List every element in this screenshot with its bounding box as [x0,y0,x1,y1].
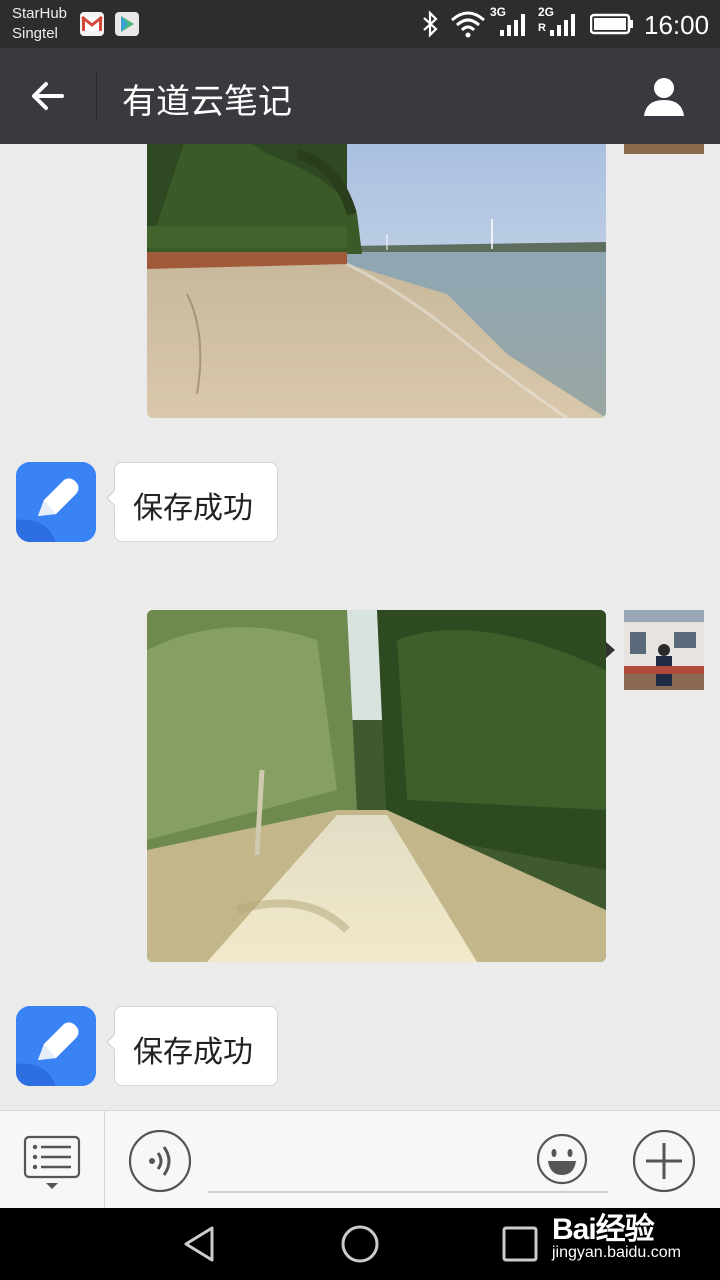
image-message-beach[interactable] [147,144,606,418]
wifi-icon [451,11,485,38]
play-store-notification-icon [115,12,139,36]
youdao-note-avatar[interactable] [16,462,96,542]
roaming-indicator: R [538,22,546,34]
nav-back-icon[interactable] [178,1222,222,1266]
watermark-url: jingyan.baidu.com [552,1244,681,1261]
signal-strength-icon [500,14,525,36]
nav-home-icon[interactable] [338,1222,382,1266]
signal-strength-icon-2 [550,14,575,36]
emoji-icon[interactable] [536,1133,588,1185]
gmail-notification-icon [80,12,104,36]
title-separator [96,72,97,120]
carrier-name-1: StarHub [12,5,68,22]
chat-area[interactable]: 保存成功 保存成功 [0,144,720,1110]
profile-icon[interactable] [640,72,688,120]
youdao-note-avatar[interactable] [16,1006,96,1086]
watermark-main: Bai经验 [552,1213,655,1246]
user-avatar[interactable] [624,610,704,690]
image-message-forest-path[interactable] [147,610,606,962]
carrier-labels: StarHub Singtel [12,4,67,44]
page-title: 有道云笔记 [122,82,292,122]
battery-icon [590,13,633,35]
message-text: 保存成功 [133,1035,253,1070]
message-input[interactable] [208,1191,608,1193]
voice-input-icon[interactable] [128,1129,192,1193]
add-more-icon[interactable] [632,1129,696,1193]
user-avatar[interactable] [624,144,704,154]
forest-path-photo [147,610,606,962]
carrier-name-2: Singtel [12,25,58,42]
message-bubble[interactable]: 保存成功 [106,1006,278,1086]
input-bar [0,1110,720,1209]
image-bubble-pointer [606,642,615,658]
status-bar: StarHub Singtel 3G 2G R 16:00 [0,0,720,48]
baidu-jingyan-watermark: Bai经验 jingyan.baidu.com [552,1198,712,1268]
bluetooth-icon [423,10,438,38]
title-bar: 有道云笔记 [0,48,720,144]
input-separator [104,1111,105,1209]
back-arrow-icon[interactable] [28,78,68,114]
clock: 16:00 [644,10,710,40]
message-bubble[interactable]: 保存成功 [106,462,278,542]
menu-list-icon[interactable] [22,1133,82,1193]
message-text: 保存成功 [133,491,253,526]
beach-photo [147,144,606,418]
nav-recents-icon[interactable] [498,1222,542,1266]
